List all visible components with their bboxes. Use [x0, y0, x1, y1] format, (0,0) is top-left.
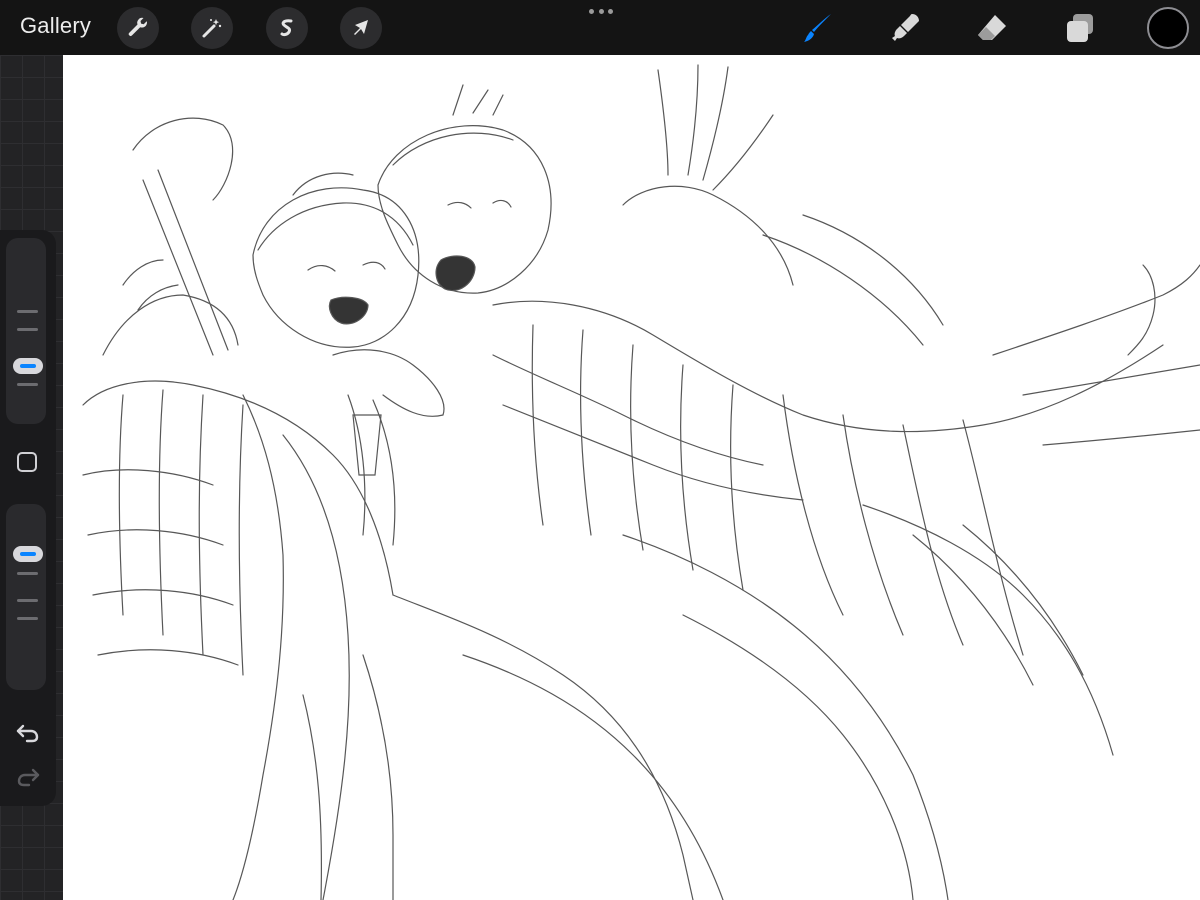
actions-button[interactable]	[117, 7, 159, 49]
line-sketch-artwork	[82, 64, 1200, 900]
brush-opacity-slider[interactable]	[6, 504, 46, 690]
redo-arrow-icon	[17, 768, 40, 787]
magic-wand-icon	[202, 19, 222, 38]
adjustments-button[interactable]	[191, 7, 233, 49]
wrench-icon	[128, 17, 148, 36]
undo-button[interactable]	[14, 719, 42, 745]
redo-button[interactable]	[14, 763, 42, 789]
brush-size-slider-thumb[interactable]	[13, 358, 43, 374]
brush-tool-button[interactable]	[795, 6, 839, 50]
selection-button[interactable]	[266, 7, 308, 49]
toolbar-grip-handle[interactable]	[589, 7, 613, 15]
smudge-finger-icon	[892, 14, 919, 41]
layers-icon	[1067, 14, 1093, 42]
left-sidebar	[0, 230, 56, 806]
brush-icon	[804, 14, 831, 42]
brush-opacity-slider-thumb[interactable]	[13, 546, 43, 562]
eraser-icon	[978, 15, 1006, 40]
undo-arrow-icon	[16, 724, 39, 743]
top-toolbar: Gallery	[0, 0, 1200, 55]
transform-button[interactable]	[340, 7, 382, 49]
eraser-tool-button[interactable]	[970, 6, 1014, 50]
layers-button[interactable]	[1058, 6, 1102, 50]
modify-button-square-icon[interactable]	[17, 452, 37, 472]
brush-size-slider[interactable]	[6, 238, 46, 424]
drawing-canvas[interactable]	[63, 55, 1200, 900]
gallery-button[interactable]: Gallery	[20, 13, 91, 39]
arrow-cursor-icon	[354, 20, 368, 35]
selection-s-icon	[280, 19, 293, 37]
smudge-tool-button[interactable]	[883, 6, 927, 50]
color-picker-swatch[interactable]	[1147, 7, 1189, 49]
